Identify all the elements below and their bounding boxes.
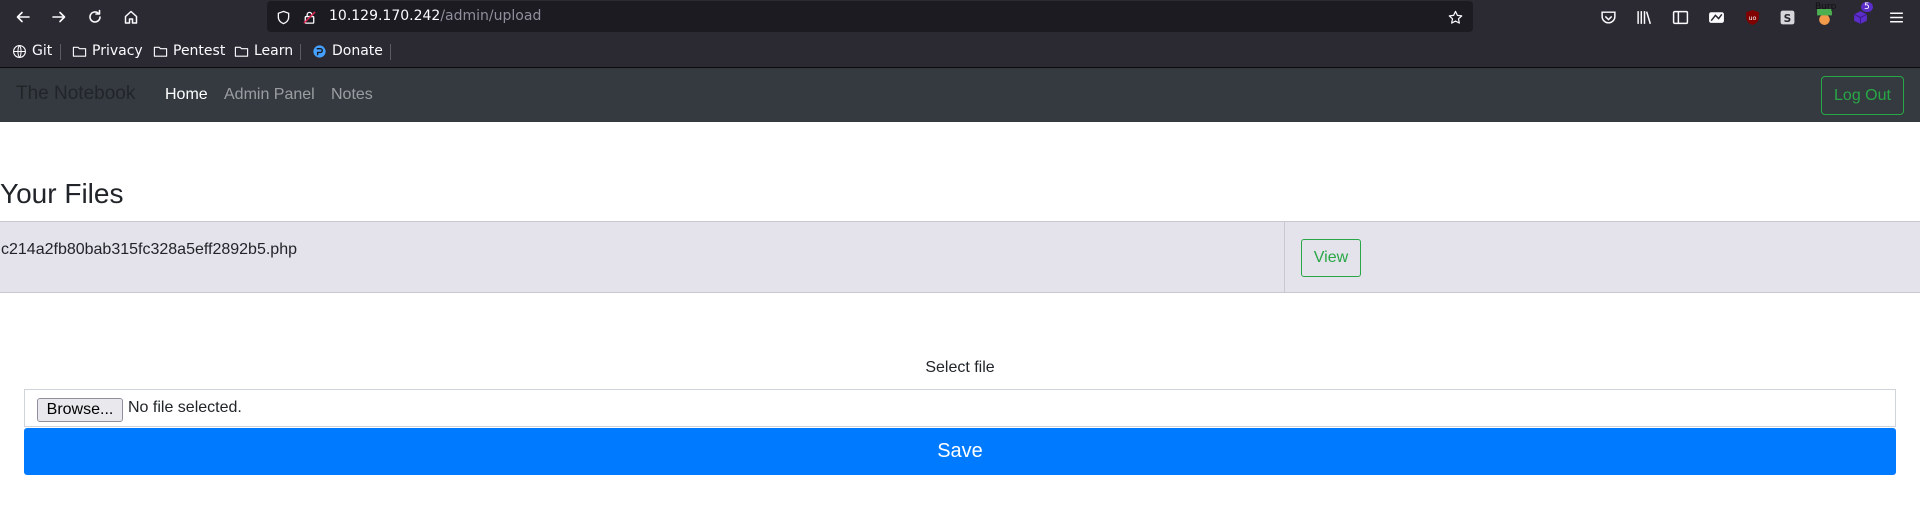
- reload-button[interactable]: [81, 4, 109, 30]
- bookmark-label: Pentest: [173, 43, 226, 59]
- ublock-origin-icon[interactable]: uo: [1742, 7, 1762, 27]
- reload-icon: [89, 9, 101, 23]
- bookmark-folder-privacy[interactable]: Privacy: [72, 42, 143, 60]
- bookmark-git[interactable]: Git: [12, 42, 52, 60]
- extension-badge: 5: [1861, 2, 1873, 12]
- bookmark-separator: [300, 44, 301, 60]
- extension-cube-icon[interactable]: 5: [1850, 2, 1873, 27]
- folder-icon: [234, 46, 249, 57]
- bookmark-folder-learn[interactable]: Learn: [234, 42, 293, 60]
- insecure-lock-icon[interactable]: [301, 9, 317, 25]
- forward-arrow-icon: [52, 11, 66, 23]
- browser-toolbar: 10.129.170.242/admin/upload uo S Burp 5: [0, 0, 1920, 34]
- pocket-icon[interactable]: [1598, 7, 1618, 27]
- back-button[interactable]: [9, 4, 37, 30]
- logout-button[interactable]: Log Out: [1821, 76, 1904, 115]
- nav-admin-panel[interactable]: Admin Panel: [224, 86, 315, 104]
- url-host: 10.129.170.242: [329, 8, 441, 24]
- s-extension-icon[interactable]: S: [1777, 7, 1797, 27]
- burp-label: Burp: [1815, 2, 1837, 12]
- menu-icon[interactable]: [1886, 7, 1906, 27]
- home-button[interactable]: [117, 4, 145, 30]
- nav-notes[interactable]: Notes: [331, 86, 373, 104]
- bookmark-star-icon[interactable]: [1447, 9, 1463, 25]
- bookmark-label: Donate: [332, 43, 383, 59]
- bookmark-label: Privacy: [92, 43, 143, 59]
- foxyproxy-icon[interactable]: [1706, 7, 1726, 27]
- nav-home[interactable]: Home: [165, 86, 208, 104]
- burp-proxy-icon[interactable]: Burp: [1814, 2, 1836, 27]
- bookmark-donate[interactable]: Donate: [312, 42, 383, 60]
- library-icon[interactable]: [1634, 7, 1654, 27]
- shield-icon[interactable]: [275, 9, 291, 25]
- back-arrow-icon: [16, 11, 30, 23]
- home-icon: [124, 10, 138, 24]
- folder-icon: [153, 46, 168, 57]
- url-path: /admin/upload: [440, 8, 542, 24]
- files-table: c214a2fb80bab315fc328a5eff2892b5.php Vie…: [0, 221, 1920, 293]
- bookmark-label: Learn: [254, 43, 294, 59]
- bookmark-folder-pentest[interactable]: Pentest: [153, 42, 225, 60]
- site-navbar: The Notebook Home Admin Panel Notes Log …: [0, 68, 1920, 122]
- navbar-brand[interactable]: The Notebook: [16, 83, 135, 105]
- save-button[interactable]: Save: [24, 428, 1896, 475]
- page-title: Your Files: [0, 178, 124, 209]
- bookmark-separator: [60, 44, 61, 60]
- forward-button[interactable]: [45, 4, 73, 30]
- bookmarks-bar: Git Privacy Pentest Learn Donate: [0, 34, 1920, 68]
- bookmark-label: Git: [32, 43, 53, 59]
- url-text[interactable]: 10.129.170.242/admin/upload: [329, 8, 541, 24]
- globe-icon: [13, 44, 26, 58]
- bookmark-separator: [390, 44, 391, 60]
- browse-button[interactable]: Browse...: [37, 398, 123, 422]
- select-file-label: Select file: [925, 359, 995, 376]
- url-bar[interactable]: 10.129.170.242/admin/upload: [267, 1, 1473, 32]
- file-name: c214a2fb80bab315fc328a5eff2892b5.php: [1, 241, 297, 258]
- svg-text:S: S: [1783, 11, 1791, 24]
- donate-icon: [313, 44, 326, 58]
- cell-divider: [1284, 222, 1285, 292]
- svg-text:uo: uo: [1748, 14, 1756, 22]
- view-button[interactable]: View: [1301, 239, 1361, 277]
- file-input[interactable]: Browse... No file selected.: [24, 389, 1896, 427]
- sidebar-icon[interactable]: [1670, 7, 1690, 27]
- file-status: No file selected.: [128, 399, 242, 416]
- folder-icon: [72, 46, 87, 57]
